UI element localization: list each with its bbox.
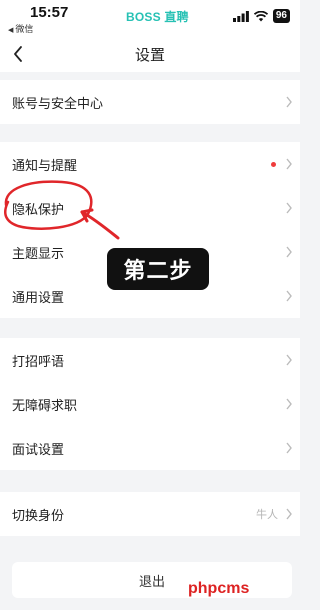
row-label: 面试设置: [12, 442, 65, 458]
row-label: 切换身份: [12, 508, 65, 524]
row-label: 账号与安全中心: [12, 96, 104, 112]
settings-group-identity: 切换身份 牛人: [0, 492, 300, 536]
signal-icon: [232, 7, 249, 26]
chevron-right-icon: [286, 96, 292, 108]
chevron-right-icon: [286, 354, 292, 366]
step-label: 第二步: [107, 248, 209, 290]
chevron-right-icon: [286, 158, 292, 170]
row-label: 主题显示: [12, 246, 65, 262]
settings-row-switch-identity[interactable]: 切换身份 牛人: [0, 492, 300, 536]
settings-row-interview[interactable]: 面试设置: [0, 426, 300, 470]
row-label: 通用设置: [12, 290, 65, 306]
back-triangle-icon: ◀: [8, 26, 14, 34]
status-time: 15:57: [30, 4, 69, 21]
back-to-app-link[interactable]: ◀ 微信: [8, 22, 33, 35]
watermark: phpcms: [188, 580, 250, 597]
settings-group-main: 通知与提醒 隐私保护 主题显示 通用设置: [0, 142, 300, 318]
row-label: 无障碍求职: [12, 398, 78, 414]
battery-icon: 96: [272, 9, 290, 23]
app-logo: BOSS 直聘: [126, 10, 189, 24]
chevron-right-icon: [286, 246, 292, 258]
chevron-right-icon: [286, 290, 292, 302]
nav-header: 设置: [0, 36, 300, 72]
page-title: 设置: [134, 46, 165, 64]
logout-button[interactable]: 退出: [12, 562, 292, 598]
settings-row-notifications[interactable]: 通知与提醒: [0, 142, 300, 186]
row-label: 隐私保护: [12, 202, 65, 218]
back-app-label: 微信: [15, 25, 34, 35]
notification-dot: [271, 162, 276, 167]
chevron-right-icon: [286, 202, 292, 214]
settings-row-account-security[interactable]: 账号与安全中心: [0, 80, 300, 124]
chevron-right-icon: [286, 442, 292, 454]
wifi-icon: [253, 7, 269, 26]
settings-group-account: 账号与安全中心: [0, 80, 300, 124]
row-label: 通知与提醒: [12, 158, 78, 174]
status-icons: 96: [232, 7, 290, 26]
row-label: 打招呼语: [12, 354, 65, 370]
chevron-right-icon: [286, 508, 292, 520]
settings-group-job: 打招呼语 无障碍求职 面试设置: [0, 338, 300, 470]
identity-value: 牛人: [256, 508, 278, 521]
settings-row-accessible-job[interactable]: 无障碍求职: [0, 382, 300, 426]
status-bar: 15:57 ◀ 微信 BOSS 直聘 96: [0, 0, 300, 36]
settings-row-greeting[interactable]: 打招呼语: [0, 338, 300, 382]
settings-row-privacy[interactable]: 隐私保护: [0, 186, 300, 230]
chevron-right-icon: [286, 398, 292, 410]
